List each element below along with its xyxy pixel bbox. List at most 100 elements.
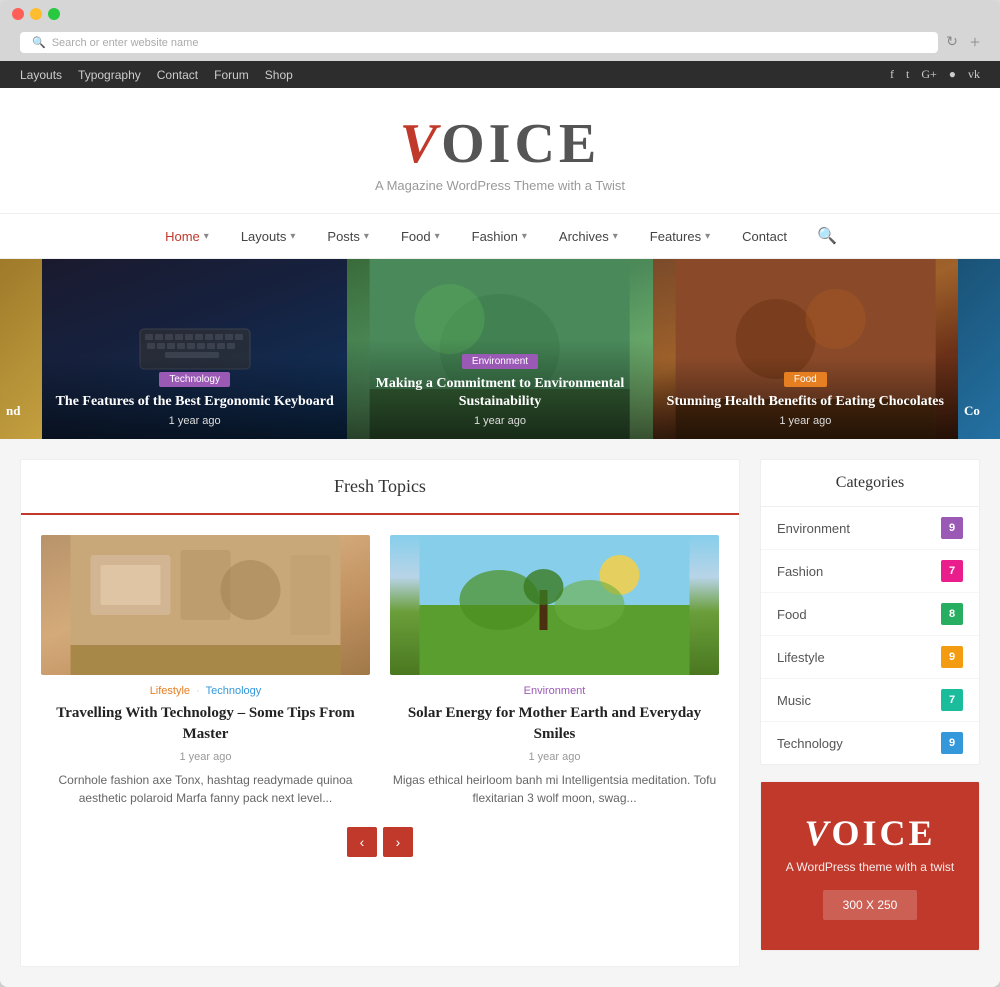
slide-2-date: 1 year ago <box>359 415 640 427</box>
nav-shop[interactable]: Shop <box>265 68 293 82</box>
category-food[interactable]: Food 8 <box>761 593 979 636</box>
fashion-caret: ▾ <box>522 231 527 242</box>
slide-1-badge: Technology <box>159 372 230 387</box>
features-caret: ▾ <box>705 231 710 242</box>
ad-content: VOICE A WordPress theme with a twist 300… <box>761 782 979 950</box>
minimize-button[interactable] <box>30 8 42 20</box>
category-technology[interactable]: Technology 9 <box>761 722 979 764</box>
category-technology-label: Technology <box>777 736 843 751</box>
posts-caret: ▾ <box>364 231 369 242</box>
hero-slide-2[interactable]: Environment Making a Commitment to Envir… <box>347 259 652 439</box>
slide-3-title: Stunning Health Benefits of Eating Choco… <box>665 393 946 411</box>
category-fashion[interactable]: Fashion 7 <box>761 550 979 593</box>
nav-home[interactable]: Home ▾ <box>151 217 223 256</box>
maximize-button[interactable] <box>48 8 60 20</box>
cat-environment-label[interactable]: Environment <box>524 685 586 697</box>
social-links: f t G+ ● vk <box>890 67 980 82</box>
prev-page-button[interactable]: ‹ <box>347 827 377 857</box>
category-music-count: 7 <box>941 689 963 711</box>
article-2-title: Solar Energy for Mother Earth and Everyd… <box>390 703 719 745</box>
slide-3-badge: Food <box>784 372 827 387</box>
slide-3-date: 1 year ago <box>665 415 946 427</box>
nav-fashion[interactable]: Fashion ▾ <box>458 217 541 256</box>
vk-icon[interactable]: vk <box>968 67 980 82</box>
hero-slide-3[interactable]: Food Stunning Health Benefits of Eating … <box>653 259 958 439</box>
category-music-label: Music <box>777 693 811 708</box>
article-1-title: Travelling With Technology – Some Tips F… <box>41 703 370 745</box>
fresh-topics-title: Fresh Topics <box>21 460 739 515</box>
article-2-thumbnail <box>390 535 719 675</box>
nav-archives[interactable]: Archives ▾ <box>545 217 632 256</box>
slide-2-badge: Environment <box>462 354 538 369</box>
nav-search-button[interactable]: 🔍 <box>805 214 849 258</box>
food-caret: ▾ <box>435 231 440 242</box>
nav-contact-main[interactable]: Contact <box>728 217 801 256</box>
nav-typography[interactable]: Typography <box>78 68 141 82</box>
nav-contact[interactable]: Contact <box>157 68 198 82</box>
close-button[interactable] <box>12 8 24 20</box>
logo-rest: OICE <box>441 113 600 175</box>
site-header: VOICE A Magazine WordPress Theme with a … <box>0 88 1000 213</box>
category-environment[interactable]: Environment 9 <box>761 507 979 550</box>
articles-grid: Lifestyle · Technology Travelling With T… <box>21 535 739 807</box>
hero-slide-1[interactable]: Technology The Features of the Best Ergo… <box>42 259 347 439</box>
category-lifestyle-count: 9 <box>941 646 963 668</box>
ad-widget[interactable]: VOICE A WordPress theme with a twist 300… <box>760 781 980 951</box>
field-illustration <box>390 535 719 675</box>
hero-slider: nd <box>0 259 1000 439</box>
cat-technology-label[interactable]: Technology <box>206 685 262 697</box>
traffic-lights <box>12 8 988 28</box>
category-music[interactable]: Music 7 <box>761 679 979 722</box>
article-card-2[interactable]: Environment Solar Energy for Mother Eart… <box>390 535 719 807</box>
fresh-topics-widget: Fresh Topics <box>20 459 740 967</box>
facebook-icon[interactable]: f <box>890 67 894 82</box>
nav-features[interactable]: Features ▾ <box>636 217 724 256</box>
field-image <box>390 535 719 675</box>
nav-forum[interactable]: Forum <box>214 68 249 82</box>
sidebar: Categories Environment 9 Fashion 7 Food <box>760 459 980 967</box>
slide-2-overlay: Environment Making a Commitment to Envir… <box>347 339 652 439</box>
home-caret: ▾ <box>204 231 209 242</box>
refresh-button[interactable]: ↻ <box>946 34 958 51</box>
pagination: ‹ › <box>21 827 739 857</box>
ad-logo-v: V <box>804 813 831 853</box>
category-environment-label: Environment <box>777 521 850 536</box>
nav-posts[interactable]: Posts ▾ <box>313 217 383 256</box>
googleplus-icon[interactable]: G+ <box>921 67 936 82</box>
ad-logo-rest: OICE <box>831 813 935 853</box>
nav-layouts[interactable]: Layouts ▾ <box>227 217 310 256</box>
hero-slide-partial-left[interactable]: nd <box>0 259 42 439</box>
archives-caret: ▾ <box>613 231 618 242</box>
desk-illustration <box>41 535 370 675</box>
address-bar[interactable]: 🔍 Search or enter website name <box>20 32 938 53</box>
article-2-categories: Environment <box>390 685 719 697</box>
category-lifestyle-label: Lifestyle <box>777 650 825 665</box>
hero-slide-partial-right[interactable]: Co <box>958 259 1000 439</box>
cat-lifestyle-label[interactable]: Lifestyle <box>150 685 190 697</box>
top-navigation: Layouts Typography Contact Forum Shop <box>20 68 293 82</box>
logo-v: V <box>400 113 441 175</box>
article-1-date: 1 year ago <box>41 751 370 763</box>
ad-logo: VOICE <box>781 812 959 854</box>
category-technology-count: 9 <box>941 732 963 754</box>
site-logo[interactable]: VOICE <box>20 116 980 172</box>
twitter-icon[interactable]: t <box>906 67 909 82</box>
nav-layouts[interactable]: Layouts <box>20 68 62 82</box>
partial-left-text: nd <box>6 403 20 419</box>
address-text: Search or enter website name <box>52 37 199 49</box>
category-food-count: 8 <box>941 603 963 625</box>
category-list: Environment 9 Fashion 7 Food 8 Lifesty <box>761 507 979 764</box>
site-tagline: A Magazine WordPress Theme with a Twist <box>20 178 980 193</box>
top-bar: Layouts Typography Contact Forum Shop f … <box>0 61 1000 88</box>
category-fashion-count: 7 <box>941 560 963 582</box>
browser-chrome: 🔍 Search or enter website name ↻ + <box>0 0 1000 61</box>
article-1-categories: Lifestyle · Technology <box>41 685 370 697</box>
nav-food[interactable]: Food ▾ <box>387 217 454 256</box>
instagram-icon[interactable]: ● <box>949 67 956 82</box>
category-lifestyle[interactable]: Lifestyle 9 <box>761 636 979 679</box>
new-tab-button[interactable]: + <box>970 32 980 53</box>
category-fashion-label: Fashion <box>777 564 823 579</box>
next-page-button[interactable]: › <box>383 827 413 857</box>
categories-widget-title: Categories <box>761 460 979 507</box>
article-card-1[interactable]: Lifestyle · Technology Travelling With T… <box>41 535 370 807</box>
